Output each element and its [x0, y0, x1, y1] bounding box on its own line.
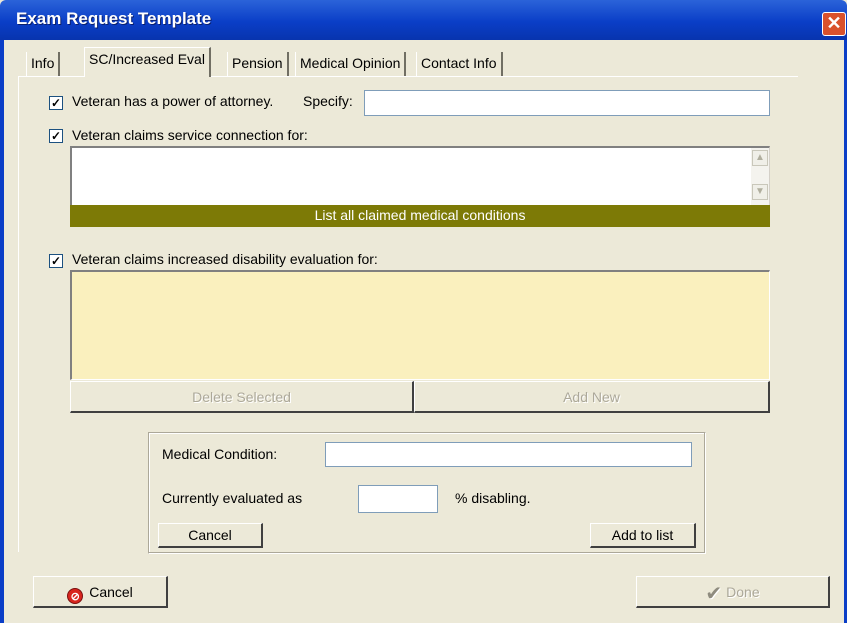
add-new-label: Add New — [563, 389, 620, 405]
tab-pension[interactable]: Pension — [227, 52, 289, 76]
tab-sc-increased-eval-label: SC/Increased Eval — [89, 51, 205, 67]
add-new-button[interactable]: Add New — [414, 381, 770, 413]
poa-checkbox[interactable]: ✓ — [49, 96, 63, 110]
delete-selected-button[interactable]: Delete Selected — [70, 381, 414, 413]
medical-condition-input[interactable] — [325, 442, 692, 467]
no-entry-icon: ⊘ — [67, 588, 84, 604]
tab-contact-info[interactable]: Contact Info — [416, 52, 503, 76]
tab-medical-opinion-label: Medical Opinion — [300, 55, 401, 71]
service-connection-textarea[interactable]: ▲ ▼ — [70, 146, 770, 206]
close-icon: ✕ — [826, 13, 842, 33]
cancel-button-label: Cancel — [89, 584, 133, 600]
window-frame-left — [0, 40, 4, 623]
done-button[interactable]: ✔ Done — [636, 576, 830, 608]
window-title: Exam Request Template — [16, 9, 212, 28]
tab-contact-info-label: Contact Info — [421, 55, 497, 71]
increased-eval-list[interactable] — [70, 270, 770, 380]
scroll-down-icon[interactable]: ▼ — [752, 184, 768, 200]
percent-disabling-label: % disabling. — [455, 490, 531, 506]
scroll-up-icon[interactable]: ▲ — [752, 150, 768, 166]
service-connection-checkbox[interactable]: ✓ — [49, 129, 63, 143]
percent-input[interactable] — [358, 485, 438, 513]
delete-selected-label: Delete Selected — [192, 389, 291, 405]
tab-sc-increased-eval[interactable]: SC/Increased Eval — [84, 47, 211, 77]
poa-label: Veteran has a power of attorney. — [72, 93, 274, 109]
specify-input[interactable] — [364, 90, 770, 116]
close-button[interactable]: ✕ — [822, 12, 846, 36]
tab-pension-label: Pension — [232, 55, 283, 71]
increased-eval-checkbox[interactable]: ✓ — [49, 254, 63, 268]
tab-info[interactable]: Info — [26, 52, 61, 76]
increased-eval-label: Veteran claims increased disability eval… — [72, 251, 378, 267]
done-button-label: Done — [726, 584, 760, 600]
specify-label: Specify: — [303, 93, 353, 109]
form-cancel-label: Cancel — [188, 527, 232, 543]
add-to-list-label: Add to list — [611, 527, 674, 543]
service-connection-label: Veteran claims service connection for: — [72, 127, 308, 143]
currently-evaluated-label: Currently evaluated as — [162, 490, 303, 506]
checkmark-icon: ✔ — [705, 583, 723, 605]
cancel-button[interactable]: ⊘ Cancel — [33, 576, 168, 608]
add-to-list-button[interactable]: Add to list — [590, 523, 696, 548]
form-cancel-button[interactable]: Cancel — [158, 523, 263, 548]
tab-medical-opinion[interactable]: Medical Opinion — [295, 52, 407, 76]
service-connection-scrollbar[interactable]: ▲ ▼ — [751, 148, 769, 205]
claimed-conditions-hint: List all claimed medical conditions — [70, 205, 770, 227]
tab-info-label: Info — [31, 55, 55, 71]
title-bar: Exam Request Template — [0, 0, 847, 40]
medical-condition-label: Medical Condition: — [162, 446, 278, 462]
